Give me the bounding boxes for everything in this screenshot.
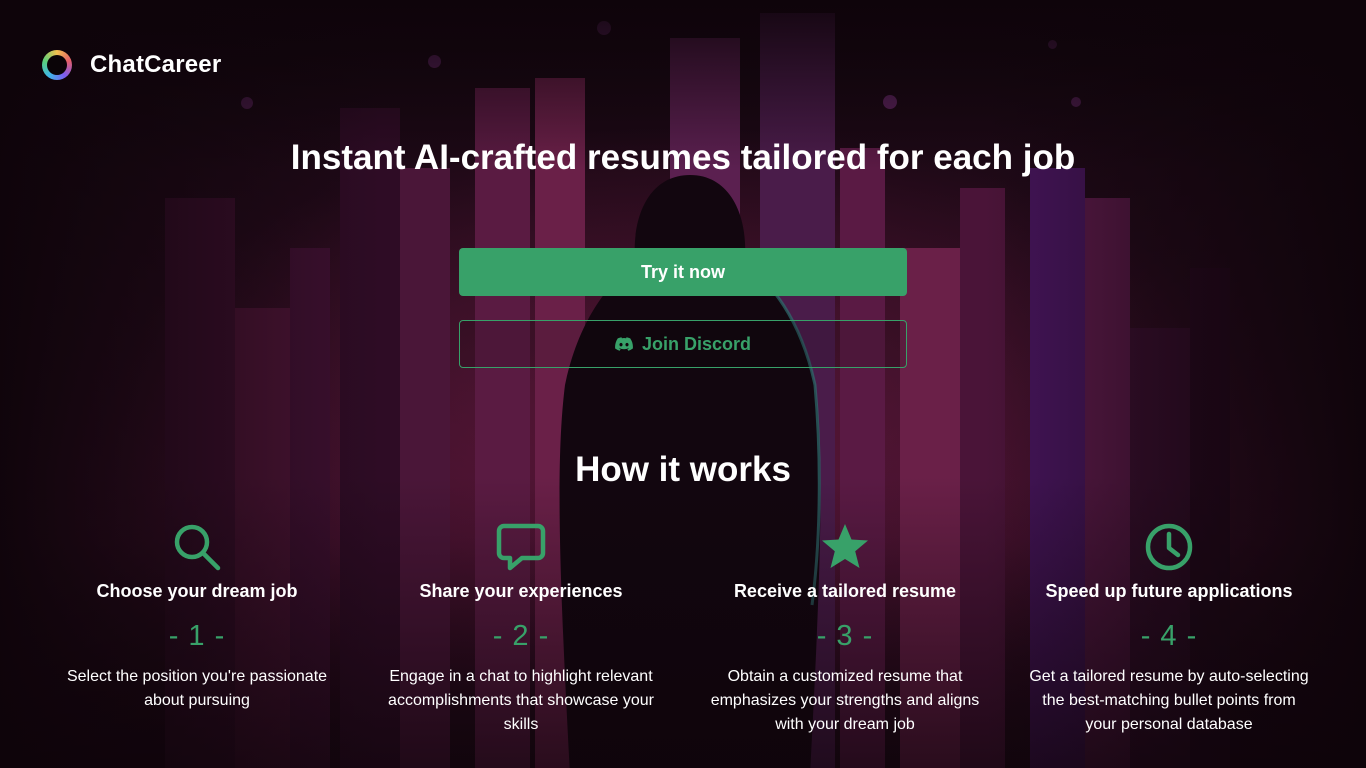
step-4: Speed up future applications - 4 - Get a… <box>1007 522 1331 737</box>
search-icon <box>174 524 221 571</box>
join-discord-button[interactable]: Join Discord <box>459 320 907 368</box>
step-description: Obtain a customized resume that emphasiz… <box>710 668 980 733</box>
step-title: Receive a tailored resume <box>733 581 957 601</box>
try-it-now-button[interactable]: Try it now <box>459 248 907 296</box>
steps-list: Choose your dream job - 1 - Select the p… <box>35 522 1331 737</box>
step-number: - 3 - <box>816 620 874 652</box>
try-it-now-label: Try it now <box>640 261 725 282</box>
step-number: - 2 - <box>492 620 550 652</box>
clock-icon <box>1145 523 1193 571</box>
step-number: - 1 - <box>168 620 226 652</box>
join-discord-label: Join Discord <box>641 333 752 354</box>
step-2: Share your experiences - 2 - Engage in a… <box>359 522 683 737</box>
star-icon <box>822 524 868 568</box>
chatcareer-logo-icon[interactable] <box>42 50 72 80</box>
brand-name[interactable]: ChatCareer <box>90 51 221 79</box>
step-number: - 4 - <box>1140 620 1198 652</box>
step-description: Get a tailored resume by auto-selecting … <box>1029 668 1309 733</box>
chat-bubble-icon <box>496 523 546 571</box>
step-title: Share your experiences <box>419 581 623 601</box>
step-1: Choose your dream job - 1 - Select the p… <box>35 522 359 737</box>
discord-icon <box>615 337 633 351</box>
step-title: Choose your dream job <box>96 581 298 601</box>
step-3: Receive a tailored resume - 3 - Obtain a… <box>683 522 1007 737</box>
hero-title: Instant AI-crafted resumes tailored for … <box>290 138 1076 177</box>
site-header: ChatCareer <box>42 49 221 81</box>
step-description: Engage in a chat to highlight relevant a… <box>388 668 654 733</box>
how-it-works-title: How it works <box>575 450 791 489</box>
step-description: Select the position you're passionate ab… <box>66 668 328 709</box>
step-title: Speed up future applications <box>1045 581 1293 601</box>
